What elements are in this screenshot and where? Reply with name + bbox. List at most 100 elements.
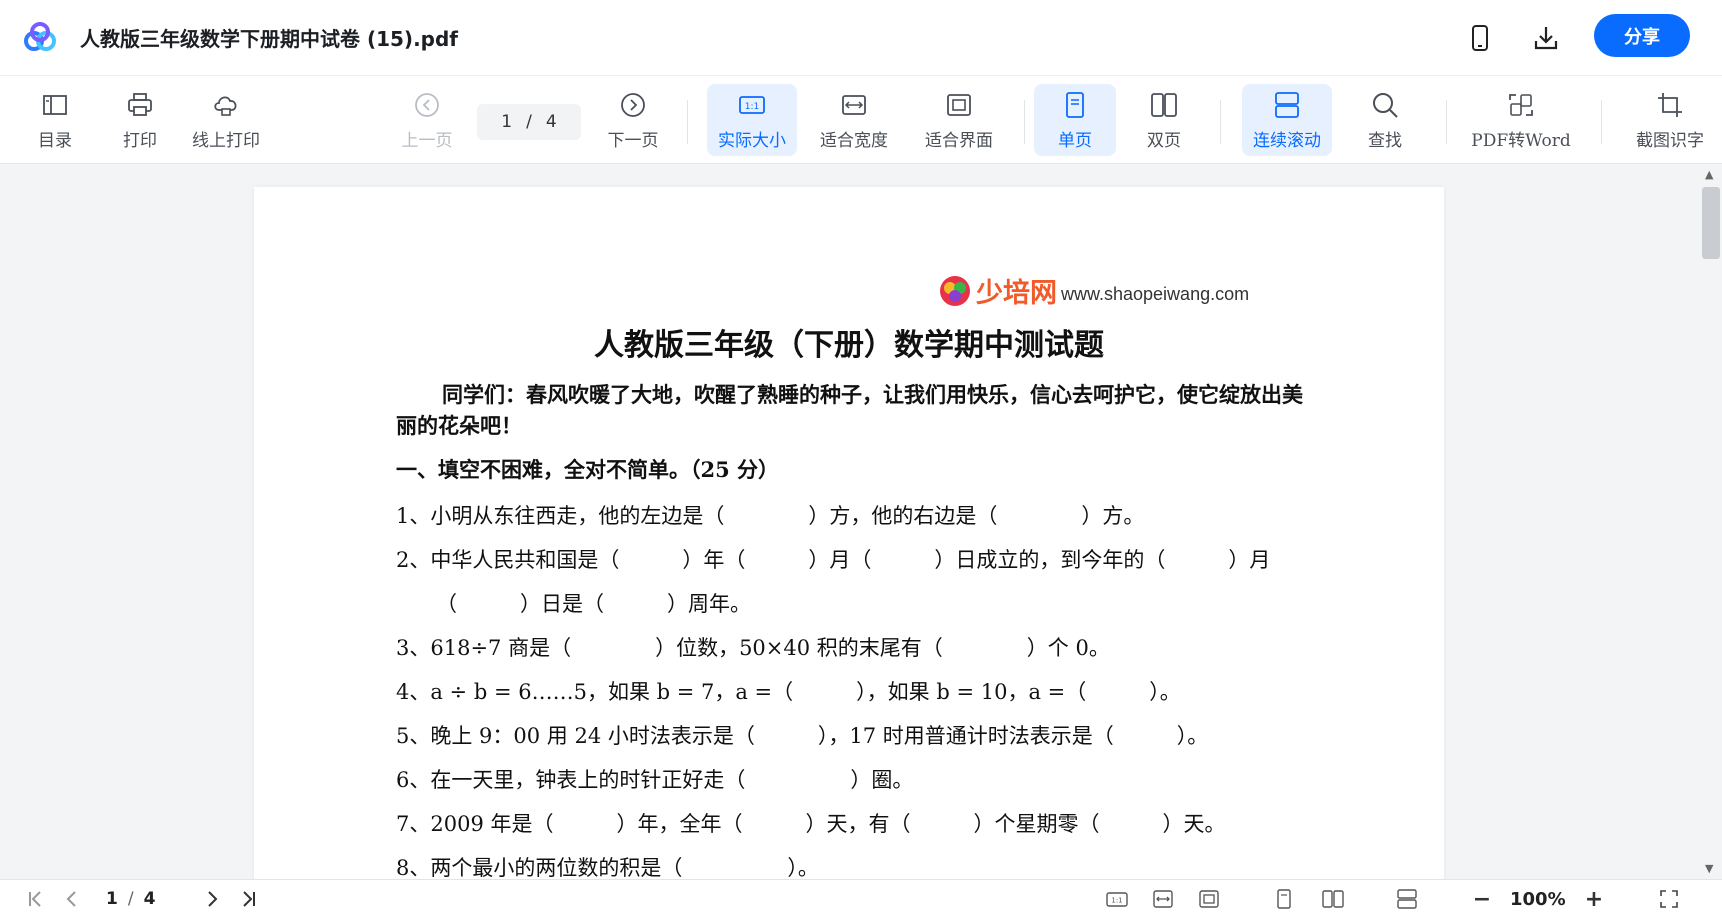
intro-paragraph: 同学们：春风吹暖了大地，吹醒了熟睡的种子，让我们用快乐，信心去呵护它，使它绽放出… xyxy=(396,382,1303,438)
actual-size-label: 实际大小 xyxy=(718,130,786,151)
actual-size-small-icon[interactable]: 1:1 xyxy=(1104,888,1130,910)
fit-width-icon xyxy=(842,94,866,115)
double-page-button[interactable]: 双页 xyxy=(1123,84,1205,156)
toc-label: 目录 xyxy=(38,130,72,151)
continuous-scroll-small-icon[interactable] xyxy=(1394,888,1420,910)
scroll-up-arrow-icon[interactable]: ▲ xyxy=(1705,168,1713,181)
page-indicator[interactable]: 1 / 4 xyxy=(477,104,581,140)
fit-width-small-icon[interactable] xyxy=(1150,888,1176,910)
page-separator: / xyxy=(526,112,532,132)
section-heading: 一、填空不困难，全对不简单。（25 分） xyxy=(396,457,780,482)
page-current[interactable]: 1 xyxy=(501,112,512,132)
cloud-print-icon xyxy=(214,96,237,116)
flower-logo-icon xyxy=(940,275,970,306)
toolbar-divider xyxy=(1601,100,1602,144)
prev-page-icon[interactable] xyxy=(60,888,84,910)
fit-width-button[interactable]: 适合宽度 xyxy=(809,84,899,156)
watermark-url: www.shaopeiwang.com xyxy=(1061,284,1250,304)
chevron-left-circle-icon xyxy=(415,92,439,117)
document-title: 人教版三年级数学下册期中试卷 (15).pdf xyxy=(80,27,459,51)
fit-page-label: 适合界面 xyxy=(925,130,993,151)
svg-text:1:1: 1:1 xyxy=(1111,897,1122,905)
question-line: 4、a ÷ b = 6……5，如果 b = 7，a =（ ），如果 b = 10… xyxy=(396,680,1181,704)
share-button[interactable]: 分享 xyxy=(1594,14,1690,57)
fit-width-label: 适合宽度 xyxy=(820,130,888,151)
double-page-label: 双页 xyxy=(1147,130,1181,151)
question-line: 2、中华人民共和国是（ ）年（ ）月（ ）日成立的，到今年的（ ）月 xyxy=(396,548,1271,572)
phone-icon[interactable] xyxy=(1464,22,1496,54)
continuous-scroll-button[interactable]: 连续滚动 xyxy=(1242,84,1332,156)
print-label: 打印 xyxy=(123,130,157,151)
zoom-in-icon[interactable]: + xyxy=(1582,887,1606,912)
screenshot-ocr-label: 截图识字 xyxy=(1636,130,1704,151)
single-page-icon xyxy=(1066,91,1084,118)
scroll-down-arrow-icon[interactable]: ▼ xyxy=(1705,862,1713,875)
find-label: 查找 xyxy=(1368,130,1402,151)
next-page-button[interactable]: 下一页 xyxy=(588,84,678,156)
question-line: 3、618÷7 商是（ ）位数，50×40 积的末尾有（ ）个 0。 xyxy=(396,636,1110,660)
zoom-level[interactable]: 100% xyxy=(1510,889,1566,910)
chevron-right-circle-icon xyxy=(621,92,645,117)
download-icon[interactable] xyxy=(1530,22,1562,54)
toolbar-divider xyxy=(1024,100,1025,144)
actual-size-button[interactable]: 1:1 实际大小 xyxy=(707,84,797,156)
question-line: 8、两个最小的两位数的积是（ ）。 xyxy=(396,856,819,879)
toc-icon xyxy=(43,94,67,115)
pdf-to-word-label: PDF转Word xyxy=(1471,130,1571,151)
single-page-small-icon[interactable] xyxy=(1272,888,1296,910)
actual-size-icon: 1:1 xyxy=(739,95,765,114)
fit-page-button[interactable]: 适合界面 xyxy=(914,84,1004,156)
svg-text:1:1: 1:1 xyxy=(745,102,759,112)
document-viewport[interactable]: 少培网 www.shaopeiwang.com 人教版三年级（下册）数学期中测试… xyxy=(0,165,1700,879)
pdf-page: 少培网 www.shaopeiwang.com 人教版三年级（下册）数学期中测试… xyxy=(254,187,1444,879)
question-line: 1、小明从东往西走，他的左边是（ ）方，他的右边是（ ）方。 xyxy=(396,504,1145,528)
double-page-small-icon[interactable] xyxy=(1320,888,1346,910)
printer-icon xyxy=(128,92,152,116)
status-bar: 1 / 4 1:1 − 100% + xyxy=(0,879,1722,917)
app-logo-icon xyxy=(24,22,56,51)
prev-page-button[interactable]: 上一页 xyxy=(382,84,472,156)
online-print-button[interactable]: 线上打印 xyxy=(181,84,271,156)
find-button[interactable]: 查找 xyxy=(1340,84,1430,156)
convert-icon xyxy=(1509,93,1533,116)
next-page-label: 下一页 xyxy=(607,130,659,151)
online-print-label: 线上打印 xyxy=(192,130,260,151)
search-icon xyxy=(1373,92,1398,118)
next-page-icon[interactable] xyxy=(200,888,224,910)
crop-icon xyxy=(1658,92,1682,117)
toc-button[interactable]: 目录 xyxy=(10,84,100,156)
first-page-icon[interactable] xyxy=(24,888,48,910)
fullscreen-icon[interactable] xyxy=(1656,888,1682,910)
double-page-icon xyxy=(1151,92,1177,117)
vertical-scrollbar[interactable] xyxy=(1700,165,1722,879)
question-line: （ ）日是（ ）周年。 xyxy=(436,592,751,616)
last-page-icon[interactable] xyxy=(236,888,260,910)
status-page-indicator: 1 / 4 xyxy=(106,889,155,909)
continuous-scroll-label: 连续滚动 xyxy=(1253,130,1321,151)
toolbar-divider xyxy=(687,100,688,144)
zoom-out-icon[interactable]: − xyxy=(1470,887,1494,912)
toolbar-divider xyxy=(1220,100,1221,144)
watermark-brand: 少培网 xyxy=(976,278,1057,309)
toolbar: 目录 打印 线上打印 上一页 1 / 4 下一页 1:1 实际大小 适合宽度 适… xyxy=(0,76,1722,164)
single-page-label: 单页 xyxy=(1058,130,1092,151)
question-line: 5、晚上 9：00 用 24 小时法表示是（ ），17 时用普通计时法表示是（ … xyxy=(396,724,1209,748)
page-total: 4 xyxy=(545,112,557,132)
title-bar: 人教版三年级数学下册期中试卷 (15).pdf 分享 xyxy=(0,0,1722,76)
scrollbar-thumb[interactable] xyxy=(1702,187,1720,259)
watermark-logo: 少培网 www.shaopeiwang.com xyxy=(938,271,1249,310)
continuous-scroll-icon xyxy=(1275,91,1299,118)
toolbar-divider xyxy=(1446,100,1447,144)
fit-page-small-icon[interactable] xyxy=(1196,888,1222,910)
prev-page-label: 上一页 xyxy=(401,130,453,151)
single-page-button[interactable]: 单页 xyxy=(1034,84,1116,156)
print-button[interactable]: 打印 xyxy=(95,84,185,156)
status-page-separator: / xyxy=(127,889,134,909)
fit-page-icon xyxy=(947,93,971,116)
question-line: 6、在一天里，钟表上的时针正好走（ ）圈。 xyxy=(396,768,914,792)
exam-title: 人教版三年级（下册）数学期中测试题 xyxy=(594,328,1104,363)
screenshot-ocr-button[interactable]: 截图识字 xyxy=(1622,84,1718,156)
status-page-total: 4 xyxy=(143,889,156,909)
status-page-current: 1 xyxy=(106,889,118,909)
pdf-to-word-button[interactable]: PDF转Word xyxy=(1466,84,1576,156)
